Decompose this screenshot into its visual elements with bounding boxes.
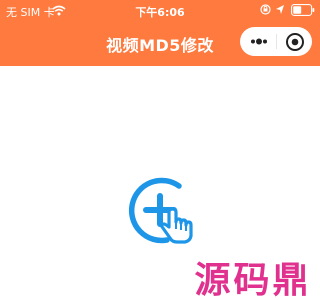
battery-icon xyxy=(291,4,315,16)
app-screen: 无 SIM 卡 下午6:06 视频MD5修改 源码鼎 源码鼎 xyxy=(0,0,320,300)
watermark-logo: 源码鼎 源码鼎 xyxy=(191,257,311,300)
add-circle-with-hand-icon xyxy=(128,177,193,244)
header: 无 SIM 卡 下午6:06 视频MD5修改 xyxy=(0,0,320,66)
svg-text:源码鼎: 源码鼎 xyxy=(194,260,311,300)
more-dots-icon[interactable] xyxy=(248,34,270,49)
location-arrow-icon xyxy=(276,5,284,14)
status-bar: 无 SIM 卡 下午6:06 xyxy=(0,0,320,20)
capsule-divider xyxy=(276,34,277,49)
status-time: 下午6:06 xyxy=(135,6,185,19)
mini-program-capsule xyxy=(240,27,312,56)
record-circle-icon[interactable] xyxy=(284,31,306,53)
upload-video-button[interactable] xyxy=(127,174,199,248)
lock-rotation-icon xyxy=(260,4,271,15)
